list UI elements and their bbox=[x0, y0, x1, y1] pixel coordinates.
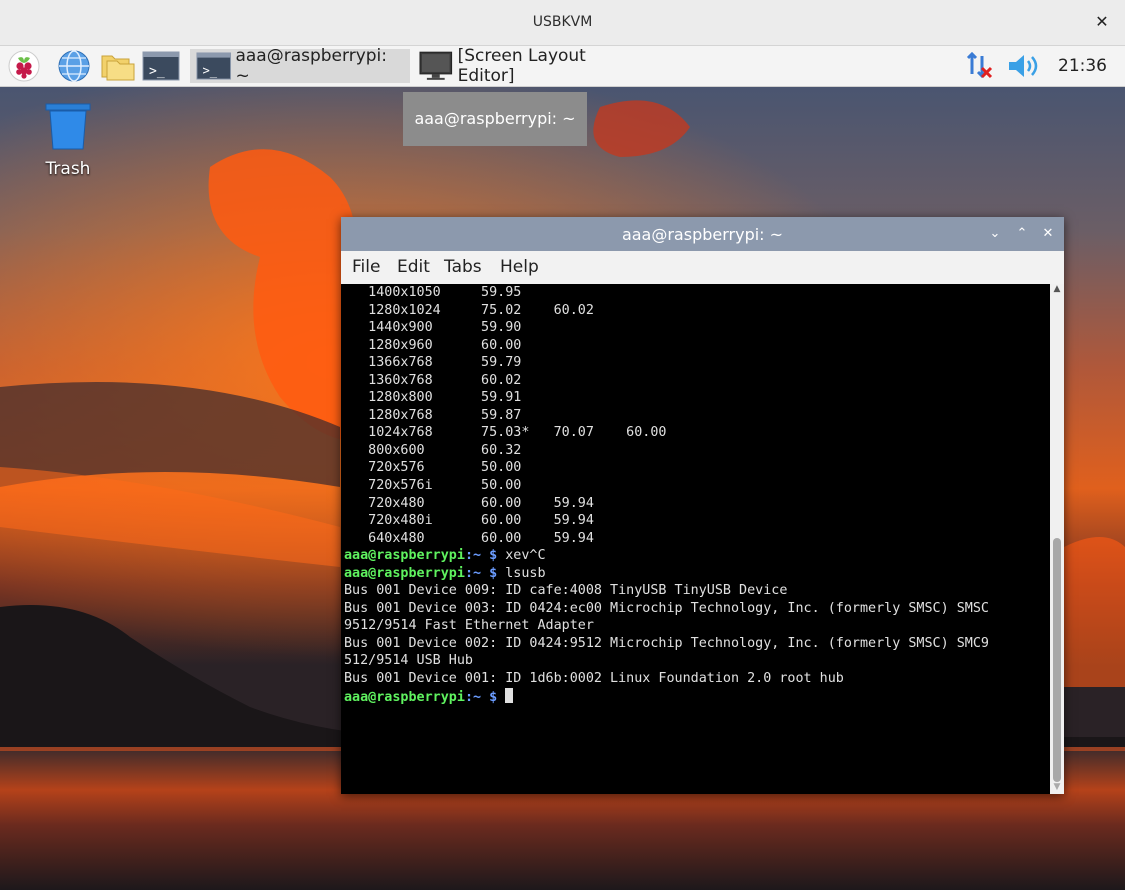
terminal-title: aaa@raspberrypi: ~ bbox=[621, 225, 784, 244]
xrandr-output: 1400x1050 59.95 1280x1024 75.02 60.02 14… bbox=[344, 285, 666, 546]
monitor-icon bbox=[419, 51, 453, 80]
terminal-output[interactable]: 1400x1050 59.95 1280x1024 75.02 60.02 14… bbox=[341, 284, 1050, 794]
desktop-icon-trash[interactable]: Trash bbox=[34, 103, 102, 179]
taskbar: >_ >_ aaa@raspberrypi: ~ [Screen Layout … bbox=[0, 46, 1125, 87]
terminal-line: 1280x768 59.87 bbox=[368, 407, 522, 423]
terminal-line: 1280x800 59.91 bbox=[368, 390, 522, 406]
maximize-button[interactable]: ⌃ bbox=[1013, 225, 1031, 243]
prompt-path: :~ $ bbox=[464, 548, 506, 564]
svg-text:>_: >_ bbox=[149, 64, 165, 79]
raspberry-menu-button[interactable] bbox=[6, 50, 42, 82]
prompt-user: aaa@raspberrypi bbox=[344, 548, 465, 564]
outer-close-button[interactable]: ✕ bbox=[1091, 11, 1113, 33]
terminal-titlebar[interactable]: aaa@raspberrypi: ~ ⌄ ⌃ ✕ bbox=[341, 217, 1064, 251]
scroll-down-arrow-icon[interactable]: ▼ bbox=[1050, 782, 1064, 794]
outer-window-titlebar: USBKVM ✕ bbox=[0, 0, 1125, 46]
clock[interactable]: 21:36 bbox=[1058, 56, 1107, 76]
terminal-line: 9512/9514 Fast Ethernet Adapter bbox=[344, 618, 594, 634]
tooltip: aaa@raspberrypi: ~ bbox=[403, 92, 587, 146]
terminal-line: 640x480 60.00 59.94 bbox=[368, 530, 594, 546]
terminal-line: 1280x960 60.00 bbox=[368, 337, 522, 353]
terminal-launcher[interactable]: >_ bbox=[142, 50, 180, 82]
prompt-path: :~ $ bbox=[464, 565, 506, 581]
taskbar-item-screen-layout-editor[interactable]: [Screen Layout Editor] bbox=[412, 46, 652, 86]
terminal-line: 720x480i 60.00 59.94 bbox=[368, 513, 594, 529]
terminal-line: 1440x900 59.90 bbox=[368, 320, 522, 336]
globe-icon bbox=[58, 50, 90, 82]
speaker-icon bbox=[1009, 55, 1038, 77]
terminal-line: Bus 001 Device 002: ID 0424:9512 Microch… bbox=[344, 635, 989, 651]
text-cursor bbox=[505, 687, 514, 703]
terminal-icon: >_ bbox=[196, 52, 231, 80]
prompt-user: aaa@raspberrypi bbox=[344, 689, 465, 705]
taskbar-item-terminal[interactable]: >_ aaa@raspberrypi: ~ bbox=[190, 46, 410, 86]
network-status-button[interactable] bbox=[962, 50, 998, 82]
terminal-line: 1400x1050 59.95 bbox=[368, 285, 522, 300]
terminal-line: 800x600 60.32 bbox=[368, 442, 522, 458]
terminal-line: 1366x768 59.79 bbox=[368, 355, 522, 371]
browser-launcher[interactable] bbox=[56, 50, 92, 82]
scrollbar-thumb[interactable] bbox=[1053, 538, 1061, 782]
trash-icon bbox=[45, 103, 91, 150]
terminal-text: 1400x1050 59.95 1280x1024 75.02 60.02 14… bbox=[341, 284, 1050, 706]
menu-file[interactable]: File bbox=[352, 257, 380, 277]
volume-button[interactable] bbox=[1005, 50, 1043, 82]
terminal-line: 512/9514 USB Hub bbox=[344, 653, 473, 669]
menu-help[interactable]: Help bbox=[500, 257, 539, 277]
terminal-line: 1024x768 75.03* 70.07 60.00 bbox=[368, 425, 667, 441]
menu-tabs[interactable]: Tabs bbox=[444, 257, 482, 277]
command-line: lsusb bbox=[505, 565, 546, 581]
terminal-icon: >_ bbox=[142, 51, 180, 81]
command-line: xev^C bbox=[505, 548, 546, 564]
desktop-icon-label: Trash bbox=[45, 159, 91, 179]
terminal-line: 1360x768 60.02 bbox=[368, 372, 522, 388]
menu-edit[interactable]: Edit bbox=[397, 257, 430, 277]
terminal-line: 1280x1024 75.02 60.02 bbox=[368, 302, 594, 318]
folder-icon bbox=[101, 55, 135, 81]
minimize-button[interactable]: ⌄ bbox=[986, 225, 1004, 243]
desktop: Trash aaa@raspberrypi: ~ aaa@raspberrypi… bbox=[0, 87, 1125, 890]
terminal-line: Bus 001 Device 003: ID 0424:ec00 Microch… bbox=[344, 600, 989, 616]
terminal-menubar: File Edit Tabs Help bbox=[341, 251, 1064, 284]
lsusb-output: Bus 001 Device 009: ID cafe:4008 TinyUSB… bbox=[344, 583, 989, 686]
terminal-line: 720x576 50.00 bbox=[368, 460, 522, 476]
terminal-scrollbar[interactable]: ▲ ▼ bbox=[1050, 284, 1064, 794]
terminal-window: aaa@raspberrypi: ~ ⌄ ⌃ ✕ File Edit Tabs … bbox=[341, 217, 1064, 794]
terminal-line: 720x480 60.00 59.94 bbox=[368, 495, 594, 511]
taskbar-item-label: [Screen Layout Editor] bbox=[457, 46, 586, 86]
svg-text:>_: >_ bbox=[203, 63, 218, 77]
close-button[interactable]: ✕ bbox=[1039, 225, 1057, 243]
taskbar-item-label: aaa@raspberrypi: ~ bbox=[235, 46, 387, 86]
prompt-path: :~ $ bbox=[464, 689, 506, 705]
terminal-line: Bus 001 Device 009: ID cafe:4008 TinyUSB… bbox=[344, 583, 788, 599]
raspberry-icon bbox=[8, 50, 40, 82]
terminal-line: 720x576i 50.00 bbox=[368, 478, 522, 494]
network-disconnected-icon bbox=[966, 51, 993, 79]
file-manager-launcher[interactable] bbox=[99, 50, 137, 82]
terminal-line: Bus 001 Device 001: ID 1d6b:0002 Linux F… bbox=[344, 671, 844, 687]
outer-window-title: USBKVM bbox=[532, 14, 593, 30]
scroll-up-arrow-icon[interactable]: ▲ bbox=[1050, 284, 1064, 296]
prompt-user: aaa@raspberrypi bbox=[344, 565, 465, 581]
